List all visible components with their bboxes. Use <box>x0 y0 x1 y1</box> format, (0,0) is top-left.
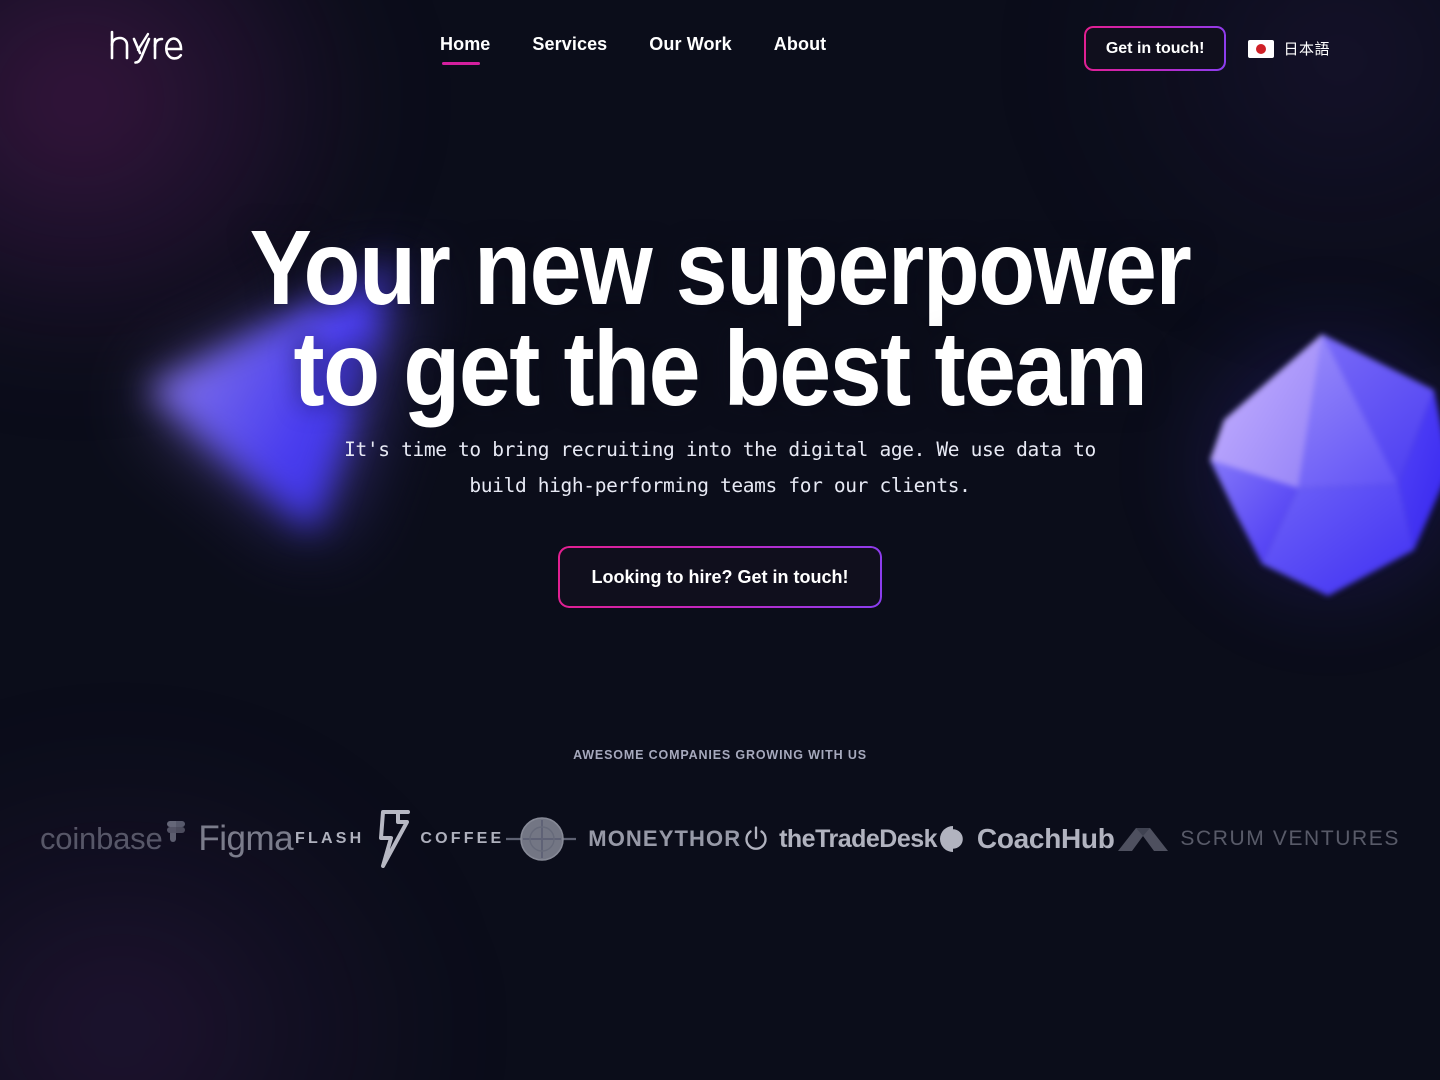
nav-label-services: Services <box>532 34 608 54</box>
nav-active-underline <box>442 62 480 65</box>
header-get-in-touch-label: Get in touch! <box>1105 39 1205 57</box>
client-logo-figma[interactable]: Figma <box>164 819 294 859</box>
lightning-bolt-icon <box>374 810 411 868</box>
nav-label-about: About <box>773 34 827 54</box>
hero-title: Your new superpower to get the best team <box>86 209 1353 428</box>
main-navigation: Home Services Our Work About <box>440 34 826 69</box>
figma-icon <box>164 821 188 857</box>
header-get-in-touch-button[interactable]: Get in touch! <box>1083 26 1227 71</box>
moneythor-wordmark: MONEYTHOR <box>588 826 742 851</box>
language-switcher[interactable]: 日本語 <box>1248 38 1330 59</box>
language-label: 日本語 <box>1283 40 1330 58</box>
thetradedesk-wordmark: theTradeDesk <box>779 824 938 853</box>
client-logo-scrum-ventures[interactable]: SCRUM VENTURES <box>1116 825 1400 853</box>
hero-title-line-1: Your new superpower <box>249 209 1192 327</box>
nav-item-services[interactable]: Services <box>532 34 607 69</box>
nav-item-about[interactable]: About <box>774 34 826 69</box>
figma-wordmark: Figma <box>198 819 294 858</box>
hero-subtitle-line-1: It's time to bring recruiting into the d… <box>344 438 1096 461</box>
hero-get-in-touch-label: Looking to hire? Get in touch! <box>591 566 849 587</box>
site-header: Home Services Our Work About Get in touc… <box>0 0 1440 96</box>
nav-item-home[interactable]: Home <box>440 34 490 69</box>
coinbase-wordmark: coinbase <box>40 821 163 856</box>
coachhub-wordmark: CoachHub <box>976 823 1115 854</box>
nav-item-our-work[interactable]: Our Work <box>649 34 731 69</box>
header-actions: Get in touch! 日本語 <box>1083 26 1330 71</box>
scrum-ventures-wordmark: SCRUM VENTURES <box>1180 827 1400 850</box>
page-background <box>0 0 1440 1080</box>
client-logo-flash-coffee[interactable]: FLASH COFFEE <box>295 810 504 868</box>
client-logo-thetradedesk[interactable]: theTradeDesk <box>743 824 938 854</box>
hyre-logo[interactable] <box>108 28 184 68</box>
hero-get-in-touch-button[interactable]: Looking to hire? Get in touch! <box>557 546 883 608</box>
hero-cta-container: Looking to hire? Get in touch! <box>0 546 1440 608</box>
client-logo-moneythor[interactable]: MONEYTHOR <box>506 815 741 863</box>
scrum-arch-icon <box>1116 825 1170 853</box>
client-logo-coachhub[interactable]: CoachHub <box>939 823 1115 855</box>
clients-eyebrow-label: AWESOME COMPANIES GROWING WITH US <box>573 748 867 762</box>
hero-subtitle: It's time to bring recruiting into the d… <box>320 432 1120 504</box>
client-logo-coinbase[interactable]: coinbase <box>40 821 163 857</box>
hero-title-line-2: to get the best team <box>293 310 1148 428</box>
power-icon <box>743 826 769 852</box>
client-logos-section: AWESOME COMPANIES GROWING WITH US coinba… <box>0 748 1440 870</box>
hero-subtitle-line-2: build high-performing teams for our clie… <box>469 474 971 497</box>
japan-flag-icon <box>1248 39 1275 58</box>
nav-label-home: Home <box>440 34 491 54</box>
flash-coffee-word-left: FLASH <box>295 830 365 847</box>
moneythor-coin-icon <box>506 815 578 863</box>
client-logo-strip: coinbase Figma FLASH COFFEE MONEYTHOR th… <box>0 808 1440 870</box>
flash-coffee-word-right: COFFEE <box>420 830 505 847</box>
coachhub-circle-icon <box>939 825 967 853</box>
nav-label-our-work: Our Work <box>649 34 732 54</box>
